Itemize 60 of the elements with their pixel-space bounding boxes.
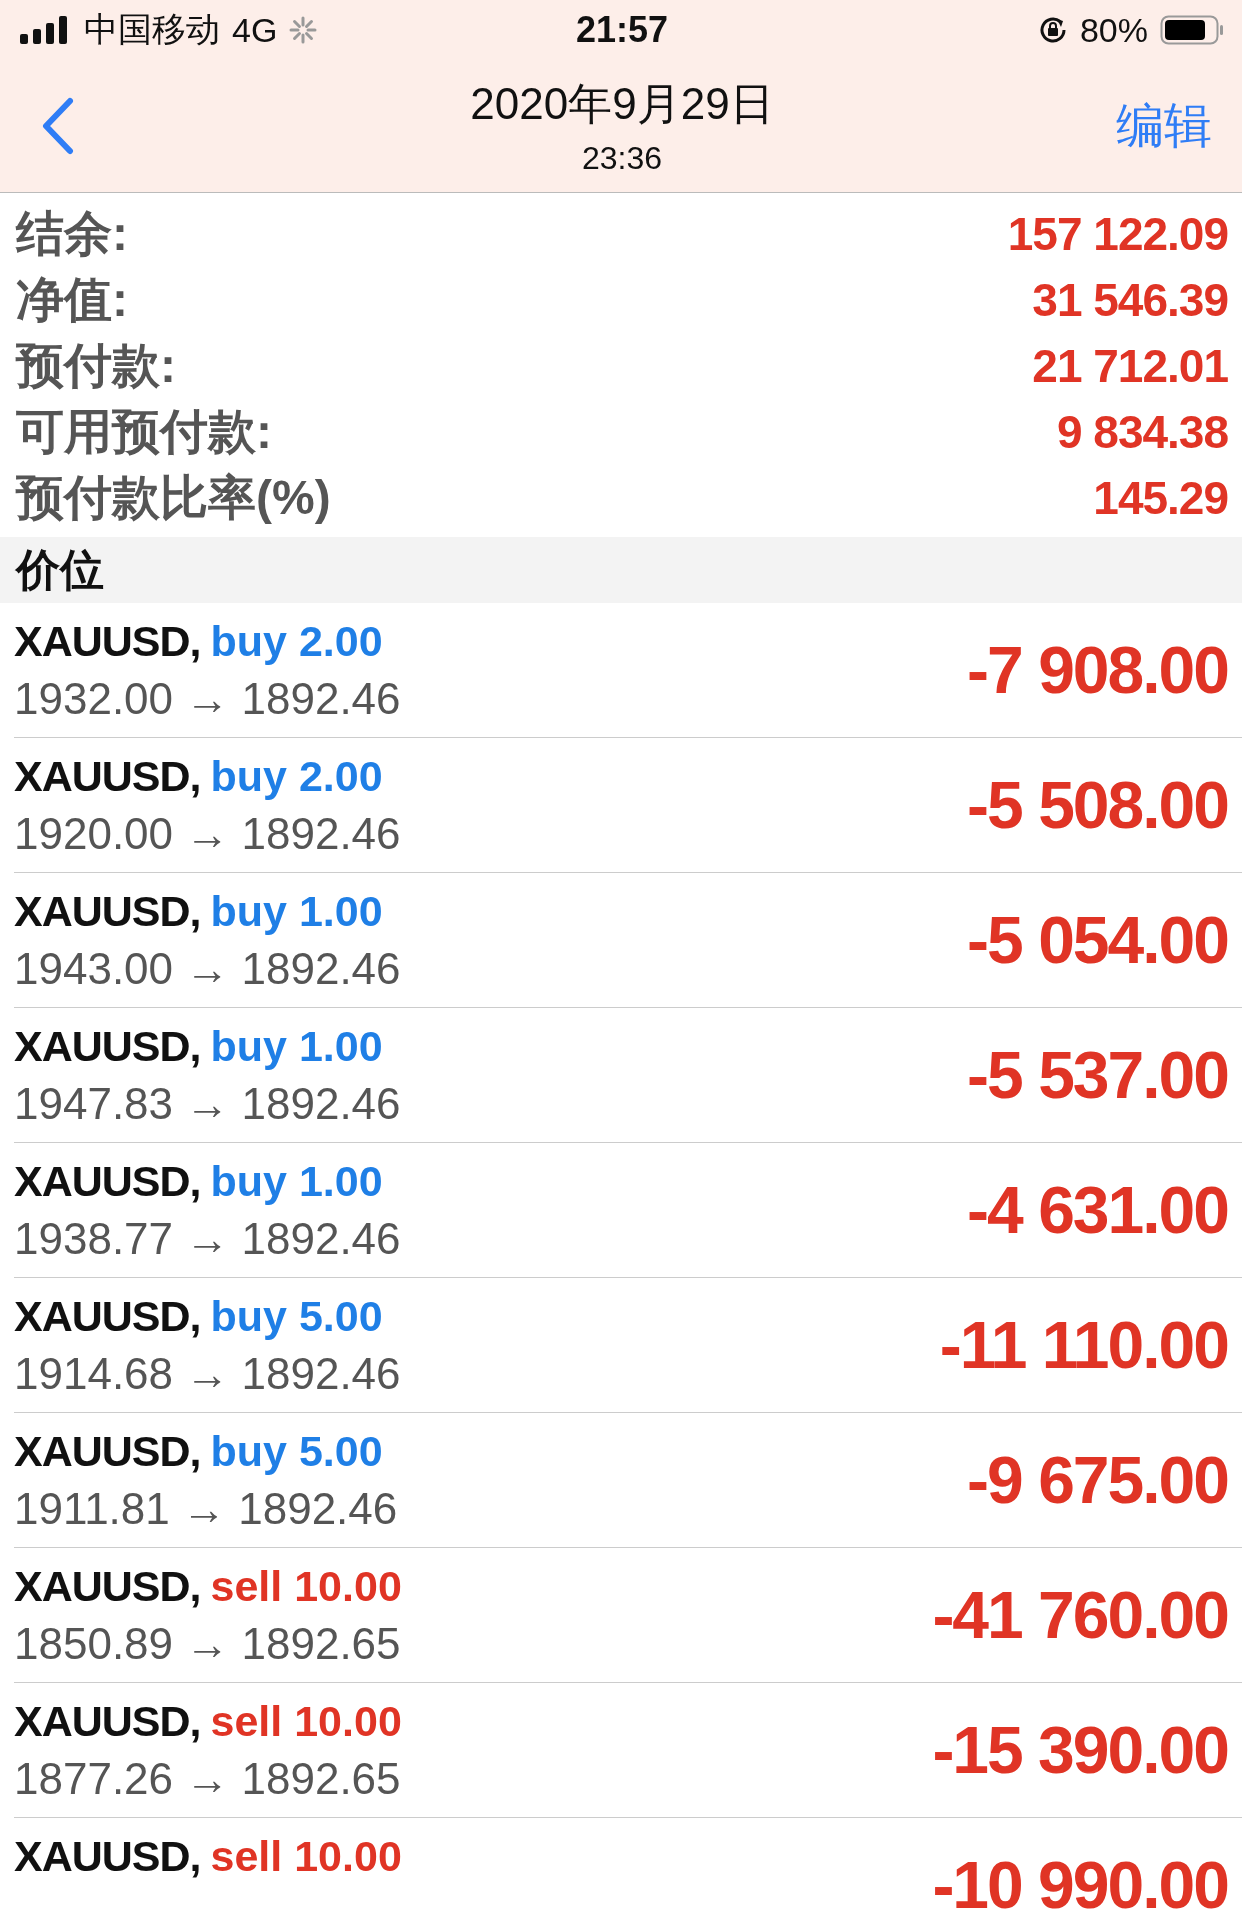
order-type: buy 1.00 (210, 1156, 383, 1206)
profit-value: -11 110.00 (939, 1307, 1228, 1383)
summary-label: 结余: (16, 206, 128, 262)
order-type: buy 1.00 (210, 886, 383, 936)
price-change: 1938.77 → 1892.46 (14, 1213, 401, 1264)
symbol: XAUUSD, (14, 1696, 201, 1746)
symbol: XAUUSD, (14, 1561, 201, 1611)
order-type: buy 2.00 (210, 751, 383, 801)
summary-value: 9 834.38 (1056, 405, 1228, 459)
status-time: 21:57 (575, 9, 669, 50)
summary-label: 预付款比率(%) (16, 470, 331, 526)
summary-value: 157 122.09 (1007, 207, 1228, 261)
order-type: sell 10.00 (210, 1561, 402, 1611)
order-type: buy 5.00 (210, 1426, 383, 1476)
symbol: XAUUSD, (14, 1021, 201, 1071)
price-change: 1911.81 → 1892.46 (14, 1483, 398, 1534)
profit-value: -5 537.00 (967, 1037, 1228, 1113)
order-type: sell 10.00 (210, 1831, 402, 1881)
symbol: XAUUSD, (14, 1156, 201, 1206)
summary-label: 净值: (16, 272, 128, 328)
profit-value: -5 508.00 (967, 767, 1228, 843)
price-change: 1947.83 → 1892.46 (14, 1078, 401, 1129)
price-change: 1943.00 → 1892.46 (14, 943, 401, 994)
rotation-lock-icon (1037, 15, 1068, 45)
symbol: XAUUSD, (14, 1831, 201, 1881)
price-change: 1932.00 → 1892.46 (14, 673, 401, 724)
nav-title: 2020年9月29日 (470, 78, 774, 130)
symbol: XAUUSD, (14, 1291, 201, 1341)
symbol: XAUUSD, (14, 751, 201, 801)
summary-value: 21 712.01 (1032, 339, 1228, 393)
battery-percent: 80% (1079, 10, 1148, 50)
price-change: 1920.00 → 1892.46 (14, 808, 401, 859)
order-type: sell 10.00 (210, 1696, 402, 1746)
profit-value: -4 631.00 (967, 1172, 1228, 1248)
summary-value: 145.29 (1093, 471, 1228, 525)
profit-value: -41 760.00 (932, 1577, 1228, 1653)
price-change: 1877.26 → 1892.65 (14, 1753, 402, 1804)
profit-value: -15 390.00 (932, 1712, 1228, 1788)
price-change: 1914.68 → 1892.46 (14, 1348, 401, 1399)
profit-value: -7 908.00 (967, 632, 1228, 708)
price-change: 1850.89 → 1892.65 (14, 1618, 402, 1669)
order-type: buy 5.00 (210, 1291, 383, 1341)
section-title: 价位 (16, 543, 104, 596)
summary-label: 预付款: (16, 338, 176, 394)
symbol: XAUUSD, (14, 886, 201, 936)
symbol: XAUUSD, (14, 1426, 201, 1476)
order-type: buy 2.00 (210, 616, 383, 666)
symbol: XAUUSD, (14, 616, 201, 666)
summary-value: 31 546.39 (1032, 273, 1228, 327)
profit-value: -5 054.00 (967, 902, 1228, 978)
nav-subtitle: 23:36 (581, 140, 663, 177)
summary-label: 可用预付款: (16, 404, 272, 460)
loading-icon (289, 16, 318, 44)
profit-value: -9 675.00 (967, 1442, 1228, 1518)
network-type: 4G (232, 10, 278, 50)
edit-button[interactable]: 编辑 (1116, 94, 1212, 158)
carrier-name: 中国移动 (84, 9, 220, 50)
battery-icon (1160, 15, 1224, 45)
profit-value: -10 990.00 (932, 1847, 1228, 1916)
order-type: buy 1.00 (210, 1021, 383, 1071)
